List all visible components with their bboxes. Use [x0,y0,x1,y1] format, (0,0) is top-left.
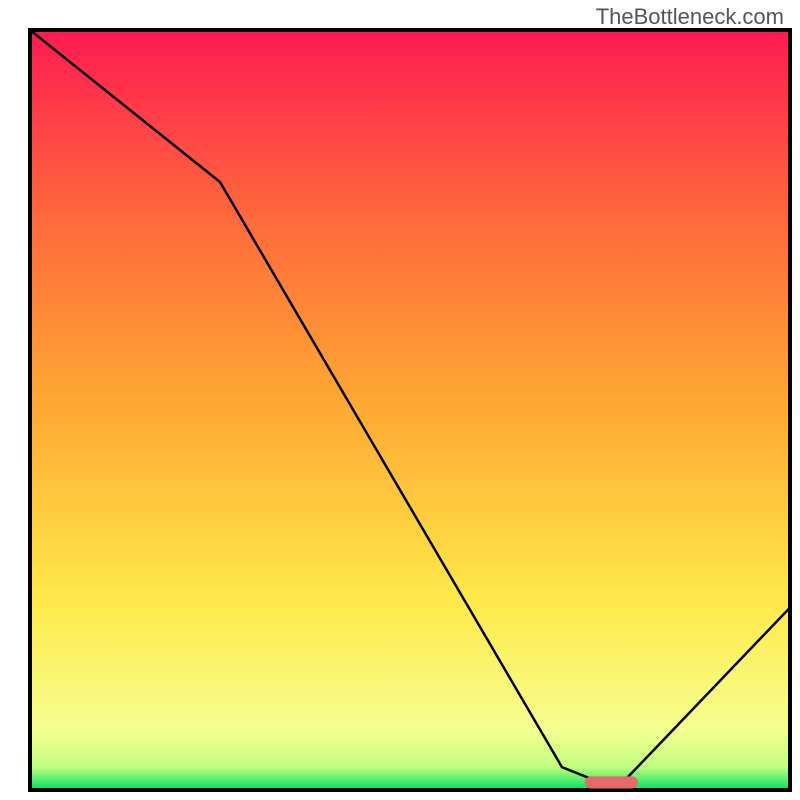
watermark-text: TheBottleneck.com [596,4,784,30]
chart-background [30,30,790,790]
optimal-marker [585,776,638,788]
bottleneck-chart [0,0,800,800]
chart-container: TheBottleneck.com [0,0,800,800]
